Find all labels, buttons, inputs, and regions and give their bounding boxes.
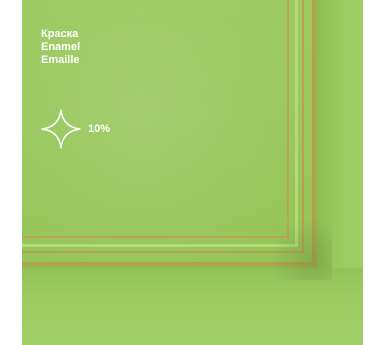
gloss-indicator: 10% [40, 108, 110, 150]
finish-labels: Краска Enamel Emaille [41, 28, 80, 67]
molding-groove [287, 0, 289, 238]
label-ru: Краска [41, 28, 79, 40]
sparkle-icon [40, 108, 82, 150]
molding-groove [22, 236, 289, 238]
swatch-card: Краска Enamel Emaille 10% [0, 0, 385, 345]
label-en: Enamel [41, 41, 81, 53]
corner-shadow [262, 210, 332, 280]
molding-groove [22, 244, 298, 247]
label-fr: Emaille [41, 54, 80, 66]
gloss-value: 10% [88, 123, 111, 135]
